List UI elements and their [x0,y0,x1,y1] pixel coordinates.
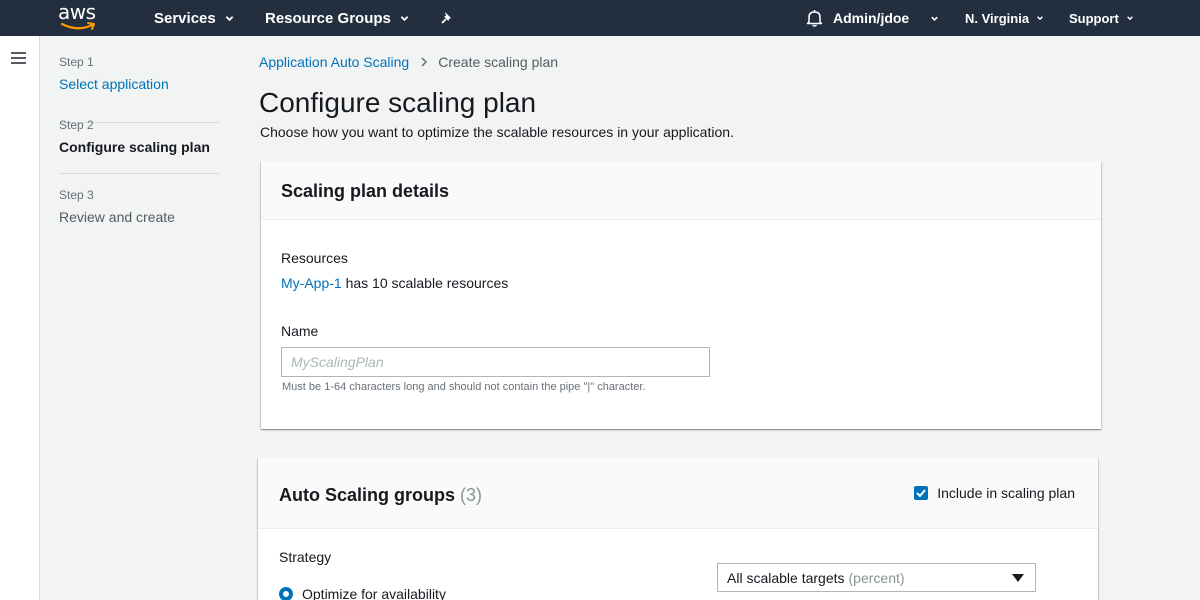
user-menu[interactable]: Admin/jdoe [833,0,909,36]
asg-count: (3) [460,485,483,505]
step-2: Step 2 Configure scaling plan [59,118,219,174]
region-menu[interactable]: N. Virginia [965,0,1044,36]
caret-down-icon [1012,574,1024,582]
notifications-bell-icon[interactable] [806,0,824,36]
page-title: Configure scaling plan [259,87,537,118]
user-menu-caret[interactable] [930,0,940,36]
step-select-application-link[interactable]: Select application [59,76,219,92]
step-3: Step 3 Review and create [59,188,219,225]
services-menu[interactable]: Services [154,0,234,36]
breadcrumb: Application Auto Scaling Create scaling … [259,54,558,70]
strategy-label: Strategy [279,549,332,565]
scaling-plan-details-panel: Scaling plan details Resources My-App-1 … [261,161,1101,429]
side-navigation-rail [0,36,40,600]
panel-title: Auto Scaling groups (3) [279,485,482,506]
asg-title: Auto Scaling groups [279,485,456,505]
include-checkbox[interactable] [914,486,929,500]
chevron-down-icon [931,16,938,21]
step-number: Step 2 [59,118,94,132]
breadcrumb-parent-link[interactable]: Application Auto Scaling [259,54,409,70]
chevron-down-icon [1126,16,1133,21]
chevron-down-icon [1037,16,1043,21]
resource-groups-label: Resource Groups [265,9,391,27]
aws-logo[interactable]: aws [58,0,100,32]
panel-header: Auto Scaling groups (3) Include in scali… [258,458,1098,529]
resources-summary: My-App-1 has 10 scalable resources [281,275,508,291]
panel-title: Scaling plan details [281,181,450,201]
page-description: Choose how you want to optimize the scal… [260,124,734,140]
auto-scaling-groups-panel: Auto Scaling groups (3) Include in scali… [258,458,1098,600]
step-current-title: Configure scaling plan [59,139,210,155]
step-number: Step 3 [59,188,94,202]
support-menu[interactable]: Support [1069,0,1134,36]
chevron-down-icon [225,15,234,21]
services-label: Services [154,9,216,27]
scalable-targets-select[interactable]: All scalable targets (percent) [717,563,1036,592]
step-1: Step 1 Select application [59,55,219,123]
include-label: Include in scaling plan [937,485,1075,501]
hamburger-menu-icon[interactable] [11,52,26,65]
chevron-down-icon [400,15,409,21]
resources-count-text: has 10 scalable resources [345,275,509,291]
strategy-radio[interactable] [279,587,293,600]
user-label: Admin/jdoe [833,10,910,26]
checkmark-icon [916,489,927,497]
include-in-plan-toggle[interactable]: Include in scaling plan [914,485,1075,501]
pin-icon[interactable] [440,0,456,36]
aws-smile-icon [60,22,95,30]
strategy-option-availability[interactable]: Optimize for availability [279,586,446,600]
panel-header: Scaling plan details [261,161,1101,220]
name-label: Name [281,323,319,339]
select-value-unit: (percent) [848,569,905,586]
resource-groups-menu[interactable]: Resource Groups [265,0,409,36]
top-navigation-bar: aws Services Resource Groups Admin/jdoe … [0,0,1200,36]
resources-label: Resources [281,250,348,266]
bell-icon [806,10,823,27]
step-review-title: Review and create [59,209,175,225]
pushpin-icon [441,12,451,24]
region-label: N. Virginia [965,10,1030,26]
strategy-option-label: Optimize for availability [302,586,446,600]
name-hint: Must be 1-64 characters long and should … [282,381,646,393]
app-link[interactable]: My-App-1 [281,275,342,291]
step-number: Step 1 [59,55,94,69]
select-value: All scalable targets [727,569,845,586]
name-input[interactable] [281,347,710,377]
chevron-right-icon [421,57,428,67]
support-label: Support [1069,10,1119,26]
breadcrumb-current: Create scaling plan [438,54,559,70]
